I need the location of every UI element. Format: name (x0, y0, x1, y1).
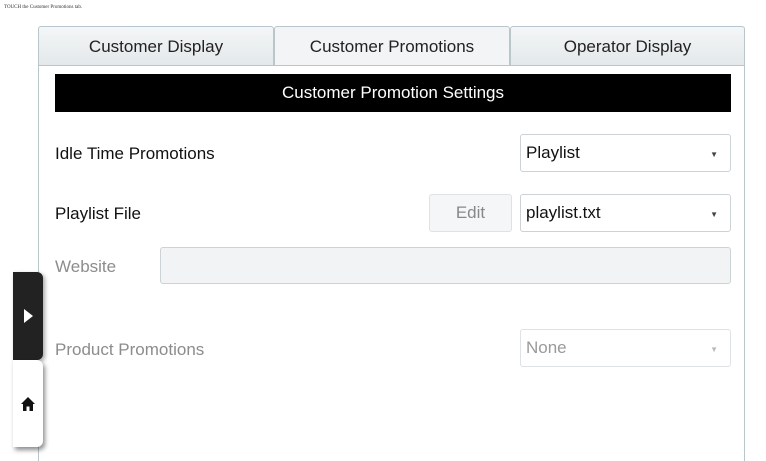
home-icon (21, 396, 35, 411)
edit-playlist-button[interactable]: Edit (429, 194, 512, 232)
website-label: Website (55, 257, 117, 276)
tab-bar: Customer Display Customer Promotions Ope… (38, 26, 745, 66)
chevron-down-icon: ▼ (710, 150, 718, 159)
idle-time-promotions-label: Idle Time Promotions (55, 144, 215, 163)
play-arrow-icon (24, 309, 33, 323)
website-field[interactable] (160, 247, 731, 284)
idle-time-promotions-select[interactable]: Playlist ▼ (520, 134, 731, 172)
product-promotions-select[interactable]: None ▼ (520, 329, 731, 367)
chevron-down-icon: ▼ (710, 210, 718, 219)
playlist-file-label: Playlist File (55, 204, 141, 223)
home-button[interactable] (13, 360, 43, 447)
playlist-file-select[interactable]: playlist.txt ▼ (520, 194, 731, 232)
tab-customer-display[interactable]: Customer Display (38, 26, 274, 66)
section-header: Customer Promotion Settings (55, 74, 731, 112)
product-promotions-value: None (526, 338, 567, 357)
chevron-down-icon: ▼ (710, 345, 718, 354)
tab-customer-promotions[interactable]: Customer Promotions (274, 26, 510, 66)
tab-operator-display[interactable]: Operator Display (510, 26, 745, 66)
playlist-file-value: playlist.txt (526, 203, 601, 222)
idle-time-promotions-value: Playlist (526, 143, 580, 162)
product-promotions-label: Product Promotions (55, 340, 205, 359)
side-panel-toggle[interactable] (13, 272, 43, 360)
instruction-caption: TOUCH the Customer Promotions tab. (4, 5, 83, 10)
